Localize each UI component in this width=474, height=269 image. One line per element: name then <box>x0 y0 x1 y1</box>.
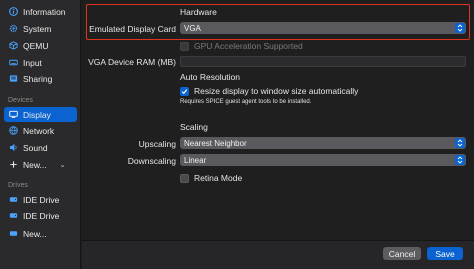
sidebar-item-ide-drive-2[interactable]: IDE Drive <box>4 208 77 223</box>
vga-ram-field[interactable] <box>180 56 466 67</box>
downscaling-label: Downscaling <box>127 156 176 166</box>
sidebar-item-label: New... <box>23 159 47 170</box>
sidebar-item-input[interactable]: Input <box>4 55 77 70</box>
checkbox-box <box>180 41 189 51</box>
sidebar-item-label: New... <box>23 228 47 239</box>
checkmark-icon <box>180 86 189 96</box>
drives-section-header: Drives <box>8 182 28 189</box>
sidebar-item-label: Sharing <box>23 73 53 84</box>
network-icon <box>9 126 18 135</box>
upscaling-label: Upscaling <box>138 139 176 149</box>
resize-display-checkbox[interactable]: Resize display to window size automatica… <box>180 86 358 96</box>
sidebar-item-sound[interactable]: Sound <box>4 140 77 155</box>
speaker-icon <box>9 143 18 152</box>
scaling-heading: Scaling <box>180 122 208 132</box>
downscaling-value: Linear <box>184 155 207 165</box>
retina-mode-checkbox[interactable]: Retina Mode <box>180 173 242 183</box>
keyboard-icon <box>9 58 18 67</box>
plus-icon <box>9 160 18 169</box>
sidebar-item-label: QEMU <box>23 40 49 51</box>
drive-icon <box>9 195 18 204</box>
gpu-acceleration-label: GPU Acceleration Supported <box>194 41 303 51</box>
cube-icon <box>9 41 18 50</box>
sidebar-item-label: Sound <box>23 142 48 153</box>
upscaling-value: Nearest Neighbor <box>184 138 247 148</box>
resize-note: Requires SPICE guest agent tools to be i… <box>180 99 312 105</box>
sidebar-item-system[interactable]: System <box>4 21 77 36</box>
sidebar-item-label: Network <box>23 125 55 136</box>
save-button[interactable]: Save <box>427 247 463 260</box>
devices-section-header: Devices <box>8 97 33 104</box>
display-icon <box>9 110 18 119</box>
resize-display-label: Resize display to window size automatica… <box>194 86 359 96</box>
sharing-icon <box>9 74 18 83</box>
sidebar-item-label: IDE Drive <box>23 210 60 221</box>
info-icon <box>9 7 18 16</box>
sidebar-item-network[interactable]: Network <box>4 123 77 138</box>
drive-icon <box>9 211 18 220</box>
sidebar: Information System QEMU Input Sharing De… <box>0 0 81 269</box>
cancel-button[interactable]: Cancel <box>383 247 421 260</box>
drive-icon <box>9 229 18 238</box>
upscaling-select[interactable]: Nearest Neighbor <box>180 137 466 149</box>
gpu-acceleration-checkbox: GPU Acceleration Supported <box>180 41 303 51</box>
sidebar-item-ide-drive-1[interactable]: IDE Drive <box>4 192 77 207</box>
sidebar-item-information[interactable]: Information <box>4 4 77 19</box>
sidebar-item-label: Input <box>23 57 42 68</box>
sidebar-item-sharing[interactable]: Sharing <box>4 71 77 86</box>
checkbox-box <box>180 173 189 183</box>
retina-mode-label: Retina Mode <box>194 173 243 183</box>
sidebar-item-label: System <box>23 23 52 34</box>
sidebar-new-device-button[interactable]: New... ⌄ <box>4 157 77 172</box>
sidebar-item-display[interactable]: Display <box>4 107 77 122</box>
auto-resolution-heading: Auto Resolution <box>180 72 241 82</box>
sidebar-item-label: IDE Drive <box>23 194 60 205</box>
vga-ram-label: VGA Device RAM (MB) <box>88 57 176 67</box>
highlight-box <box>86 4 470 40</box>
sidebar-item-label: Display <box>23 109 51 120</box>
chevron-updown-icon <box>455 155 465 165</box>
gear-icon <box>9 24 18 33</box>
chevron-down-icon: ⌄ <box>59 161 66 169</box>
chevron-updown-icon <box>455 138 465 148</box>
sidebar-item-label: Information <box>23 6 66 17</box>
sidebar-item-qemu[interactable]: QEMU <box>4 38 77 53</box>
sidebar-new-drive-button[interactable]: New... <box>4 226 77 241</box>
downscaling-select[interactable]: Linear <box>180 154 466 166</box>
